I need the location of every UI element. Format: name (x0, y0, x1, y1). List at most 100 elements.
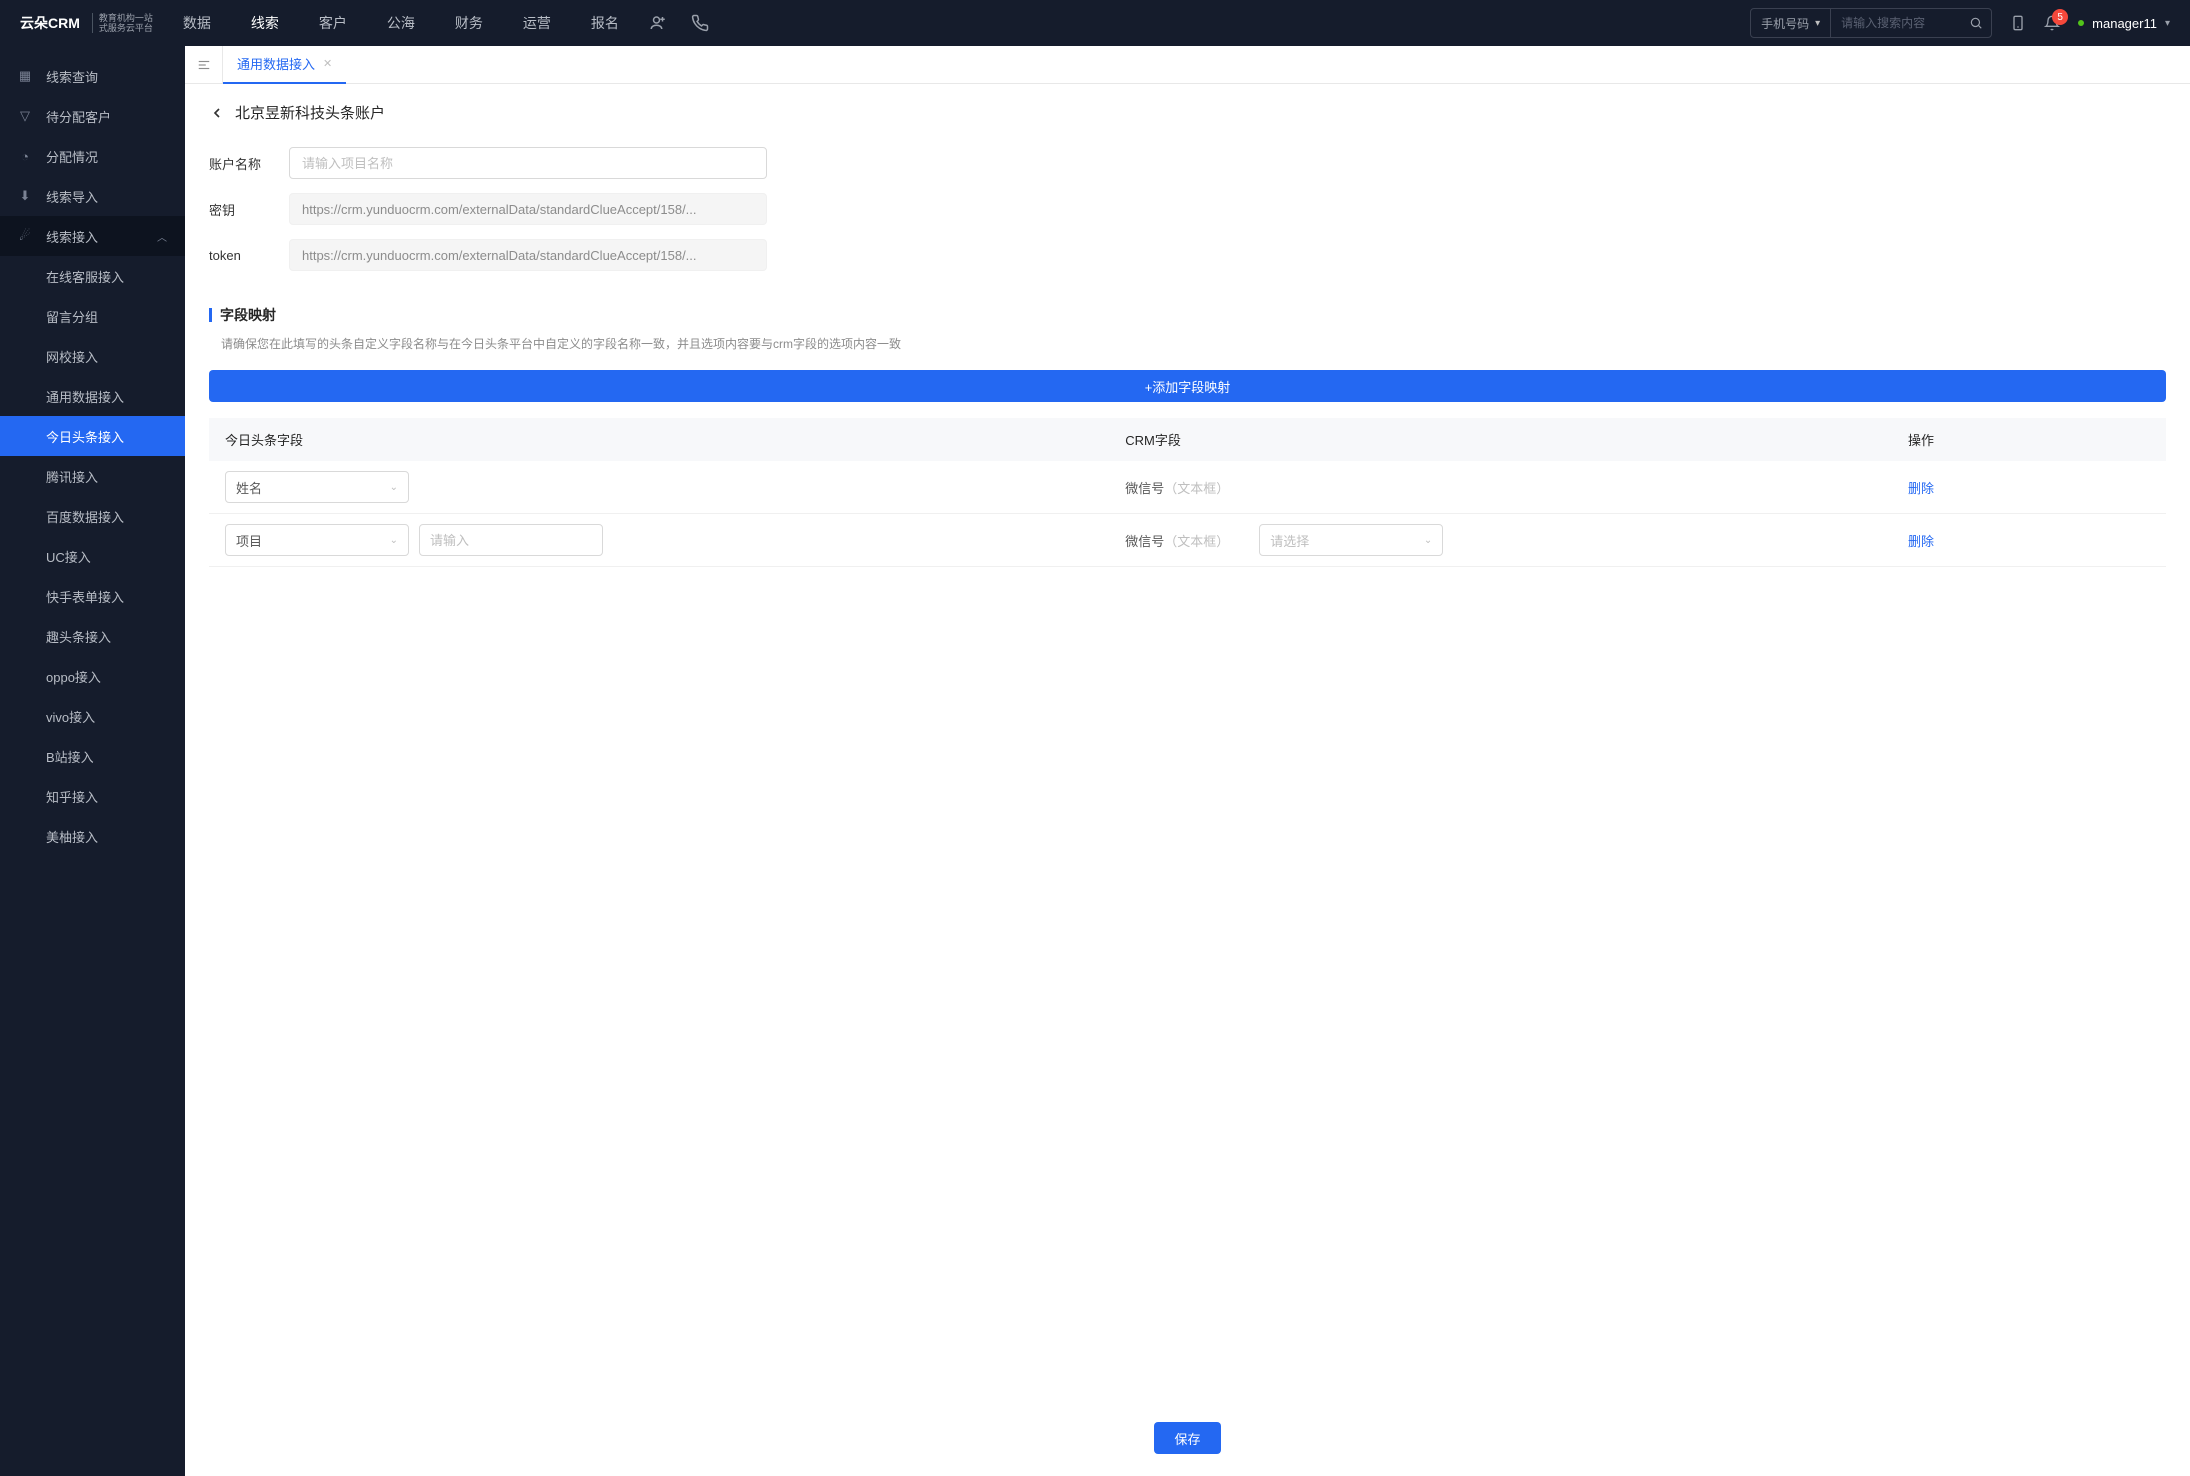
page-title: 北京昱新科技头条账户 (235, 102, 385, 123)
sidebar-sub-item[interactable]: 网校接入 (0, 336, 185, 376)
phone-call-icon[interactable] (691, 14, 709, 32)
form-label: 密钥 (209, 200, 277, 219)
search-button[interactable] (1961, 16, 1991, 30)
crm-field-label: 微信号（文本框） (1125, 478, 1229, 497)
mapping-table: 今日头条字段 CRM字段 操作 姓名⌄微信号（文本框）删除项目⌄微信号（文本框）… (209, 418, 2166, 567)
sidebar-sub-item[interactable]: vivo接入 (0, 696, 185, 736)
chevron-down-icon: ⌄ (390, 535, 398, 546)
sidebar-item-label: 线索查询 (46, 67, 98, 86)
nav-item[interactable]: 数据 (183, 0, 211, 46)
section-text: 字段映射 (220, 305, 276, 325)
token-input[interactable] (289, 239, 767, 271)
logo-brand: 云朵CRM (20, 13, 80, 33)
nav-item[interactable]: 公海 (387, 0, 415, 46)
add-mapping-button[interactable]: +添加字段映射 (209, 370, 2166, 402)
field-select[interactable]: 姓名⌄ (225, 471, 409, 503)
section-description: 请确保您在此填写的头条自定义字段名称与在今日头条平台中自定义的字段名称一致，并且… (209, 335, 2166, 352)
back-arrow-icon[interactable] (209, 105, 225, 121)
sidebar-icon: ⬇ (18, 188, 32, 204)
delete-action[interactable]: 删除 (1908, 534, 1934, 549)
sidebar-sub-item[interactable]: 快手表单接入 (0, 576, 185, 616)
sidebar-item-parent[interactable]: ☄ 线索接入 ︿ (0, 216, 185, 256)
sidebar-item-label: 线索接入 (46, 227, 98, 246)
main-content: 通用数据接入 ✕ 北京昱新科技头条账户 账户名称 密钥 token (185, 46, 2190, 1476)
chevron-up-icon: ︿ (157, 229, 167, 244)
table-header-field: 今日头条字段 (209, 418, 1109, 461)
table-header-action: 操作 (1892, 418, 2166, 461)
sidebar-sub-item[interactable]: B站接入 (0, 736, 185, 776)
save-button[interactable]: 保存 (1154, 1422, 1220, 1454)
search-type-select[interactable]: 手机号码 ▾ (1751, 9, 1831, 37)
tabs-bar: 通用数据接入 ✕ (185, 46, 2190, 84)
sidebar-icon: ☄ (18, 228, 32, 244)
close-icon[interactable]: ✕ (323, 57, 332, 70)
sidebar-sub-item[interactable]: 知乎接入 (0, 776, 185, 816)
sidebar-sub-item[interactable]: 腾讯接入 (0, 456, 185, 496)
user-add-icon[interactable] (649, 14, 667, 32)
sidebar-sub-item[interactable]: 留言分组 (0, 296, 185, 336)
logo-subtitle: 教育机构一站式服务云平台 (99, 13, 153, 33)
secret-key-input[interactable] (289, 193, 767, 225)
user-menu[interactable]: manager11 ▾ (2078, 16, 2170, 31)
nav-item[interactable]: 客户 (319, 0, 347, 46)
table-row: 姓名⌄ 微信号（文本框） 删除 (209, 461, 2166, 514)
status-dot-icon (2078, 20, 2084, 26)
sidebar-sub-item[interactable]: 美柚接入 (0, 816, 185, 856)
crm-field-label: 微信号（文本框） (1125, 531, 1229, 550)
field-extra-input[interactable] (419, 524, 603, 556)
tab-label: 通用数据接入 (237, 54, 315, 73)
table-header-crm: CRM字段 (1109, 418, 1892, 461)
crm-option-select[interactable]: 请选择⌄ (1259, 524, 1443, 556)
nav-item[interactable]: 运营 (523, 0, 551, 46)
sidebar-item-label: 分配情况 (46, 147, 98, 166)
chevron-down-icon: ▾ (2165, 18, 2170, 29)
bell-icon[interactable]: 5 (2044, 15, 2060, 31)
phone-icon[interactable] (2010, 15, 2026, 31)
account-name-input[interactable] (289, 147, 767, 179)
section-title: 字段映射 (209, 305, 2166, 325)
nav-item[interactable]: 线索 (251, 0, 279, 46)
sidebar-icon: ◔ (18, 149, 32, 164)
sidebar-item-label: 待分配客户 (46, 107, 111, 126)
sidebar-sub-item[interactable]: 百度数据接入 (0, 496, 185, 536)
section-bar-icon (209, 308, 212, 322)
logo: 云朵CRM 教育机构一站式服务云平台 (20, 13, 153, 33)
form-label: 账户名称 (209, 154, 277, 173)
nav-item[interactable]: 财务 (455, 0, 483, 46)
sidebar-item[interactable]: ▦线索查询 (0, 56, 185, 96)
sidebar-sub-item[interactable]: 趣头条接入 (0, 616, 185, 656)
tab-active[interactable]: 通用数据接入 ✕ (223, 46, 346, 84)
sidebar-item[interactable]: ⬇ 线索导入 (0, 176, 185, 216)
page-header: 北京昱新科技头条账户 (209, 102, 2166, 123)
table-row: 项目⌄ 微信号（文本框） 请选择⌄ 删除 (209, 514, 2166, 567)
nav-item[interactable]: 报名 (591, 0, 619, 46)
username: manager11 (2092, 16, 2157, 31)
global-search: 手机号码 ▾ (1750, 8, 1992, 38)
chevron-down-icon: ⌄ (1424, 535, 1432, 546)
app-header: 云朵CRM 教育机构一站式服务云平台 数据线索客户公海财务运营报名 手机号码 ▾ (0, 0, 2190, 46)
footer-bar: 保存 (185, 1406, 2190, 1476)
chevron-down-icon: ⌄ (390, 482, 398, 493)
header-right: 手机号码 ▾ 5 manager11 ▾ (1750, 8, 2170, 38)
form-row-token: token (209, 239, 2166, 271)
sidebar-icon: ▽ (18, 108, 32, 124)
sidebar-item[interactable]: ▽ 待分配客户 (0, 96, 185, 136)
field-select[interactable]: 项目⌄ (225, 524, 409, 556)
sidebar-sub-item[interactable]: oppo接入 (0, 656, 185, 696)
sidebar-item[interactable]: ◔ 分配情况 (0, 136, 185, 176)
form-label: token (209, 248, 277, 263)
notification-badge: 5 (2052, 9, 2068, 25)
form-row-name: 账户名称 (209, 147, 2166, 179)
sidebar-sub-item[interactable]: 在线客服接入 (0, 256, 185, 296)
sidebar-sub-item[interactable]: 今日头条接入 (0, 416, 185, 456)
delete-action[interactable]: 删除 (1908, 481, 1934, 496)
nav-extra-icons (649, 14, 709, 32)
sidebar-sub-item[interactable]: UC接入 (0, 536, 185, 576)
form-row-key: 密钥 (209, 193, 2166, 225)
sidebar-collapse-button[interactable] (185, 46, 223, 84)
search-input[interactable] (1831, 16, 1961, 30)
sidebar-sub-item[interactable]: 通用数据接入 (0, 376, 185, 416)
sidebar-item-label: 线索导入 (46, 187, 98, 206)
logo-divider (92, 13, 93, 33)
page-content: 北京昱新科技头条账户 账户名称 密钥 token 字段映射 请确保您在此填写的头… (185, 84, 2190, 1406)
